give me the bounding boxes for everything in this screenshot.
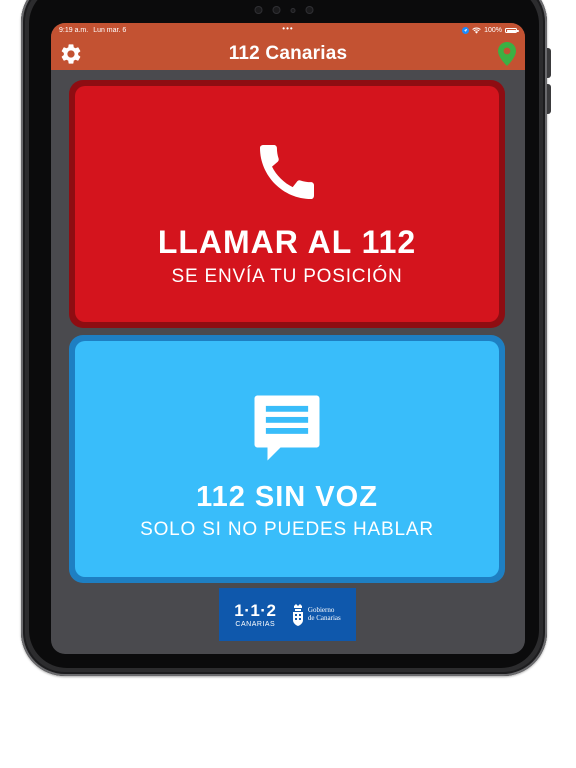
sensor-dot <box>305 6 314 14</box>
sensor-dot <box>272 6 281 14</box>
battery-level <box>506 29 516 32</box>
status-left: 9:19 a.m. Lun mar. 6 <box>59 27 126 34</box>
status-date: Lun mar. 6 <box>93 27 127 34</box>
battery-icon <box>505 28 519 33</box>
wifi-icon <box>472 27 481 34</box>
footer-logo: 1·1·2 CANARIAS Gobierno de Canarias <box>219 588 356 641</box>
stage: 9:19 a.m. Lun mar. 6 ••• 100% 112 Canari… <box>0 0 576 768</box>
camera-area <box>254 6 314 14</box>
phone-icon <box>260 145 314 199</box>
call-button-title: LLAMAR AL 112 <box>157 224 417 260</box>
call-button-subtitle: SE ENVÍA TU POSICIÓN <box>171 266 403 287</box>
location-pin-icon[interactable] <box>498 42 516 66</box>
coat-of-arms-icon <box>292 603 303 626</box>
gobierno-line-2: de Canarias <box>307 613 341 622</box>
volume-up-button <box>547 48 551 78</box>
multitask-dots[interactable]: ••• <box>282 24 293 33</box>
silent-button-subtitle: SOLO SI NO PUEDES HABLAR <box>140 519 434 540</box>
status-time: 9:19 a.m. <box>59 27 89 34</box>
silent-button-face[interactable]: 112 SIN VOZ SOLO SI NO PUEDES HABLAR <box>75 341 499 577</box>
status-right: 100% <box>462 27 519 34</box>
silent-112-button[interactable]: 112 SIN VOZ SOLO SI NO PUEDES HABLAR <box>69 335 505 583</box>
navigation-bar: 112 Canarias <box>51 38 525 70</box>
location-arrow-icon <box>462 27 470 34</box>
battery-percent: 100% <box>484 27 502 34</box>
volume-down-button <box>547 84 551 114</box>
camera-dot <box>290 7 296 13</box>
gear-icon[interactable] <box>59 42 83 66</box>
app-screen: 9:19 a.m. Lun mar. 6 ••• 100% 112 Canari… <box>51 23 525 654</box>
silent-button-title: 112 SIN VOZ <box>196 481 378 513</box>
logo-112-number: 1·1·2 <box>234 600 277 620</box>
call-button-face[interactable]: LLAMAR AL 112 SE ENVÍA TU POSICIÓN <box>75 86 499 322</box>
sensor-dot <box>254 6 263 14</box>
chat-bubble-icon <box>254 395 320 461</box>
gobierno-text: Gobierno de Canarias <box>307 606 341 622</box>
logo-gobierno-canarias: Gobierno de Canarias <box>291 603 341 627</box>
page-title: 112 Canarias <box>228 43 348 64</box>
status-bar: 9:19 a.m. Lun mar. 6 ••• 100% <box>51 23 525 38</box>
call-112-button[interactable]: LLAMAR AL 112 SE ENVÍA TU POSICIÓN <box>69 80 505 328</box>
logo-112-canarias: 1·1·2 CANARIAS <box>234 602 276 628</box>
logo-112-subtitle: CANARIAS <box>235 620 276 628</box>
